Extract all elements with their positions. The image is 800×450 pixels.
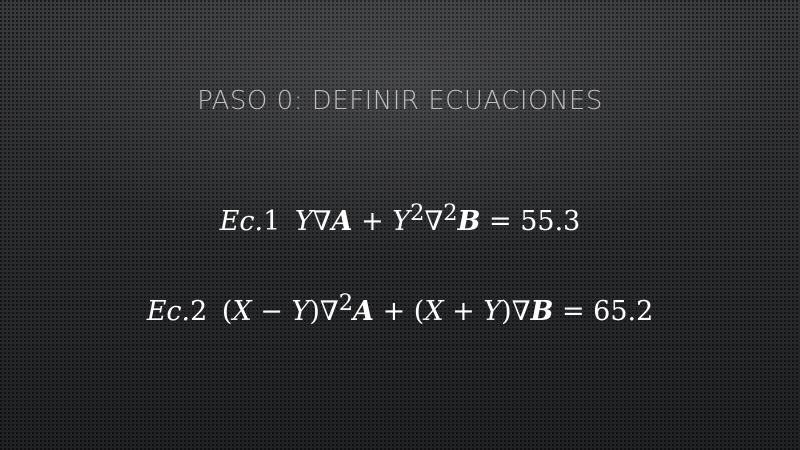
slide-title: Paso 0: Definir ecuaciones [197,86,603,116]
equation-2-label-number: 2 [190,296,208,327]
slide: Paso 0: Definir ecuaciones Ec.1 Y∇A + Y2… [0,0,800,450]
equation-2: Ec.2 (X − Y)∇2A + (X + Y)∇B = 65.2 [0,290,800,327]
equation-1: Ec.1 Y∇A + Y2∇2B = 55.3 [0,200,800,237]
equation-1-label: Ec.1 [220,206,281,237]
equation-1-expression: Y∇A + Y2∇2B = 55.3 [294,200,581,237]
equation-1-label-prefix: Ec. [219,206,264,237]
equation-2-label-prefix: Ec. [146,296,191,327]
equation-2-expression: (X − Y)∇2A + (X + Y)∇B = 65.2 [221,290,654,327]
equation-1-label-number: 1 [263,206,281,237]
equation-2-label: Ec.2 [147,296,208,327]
